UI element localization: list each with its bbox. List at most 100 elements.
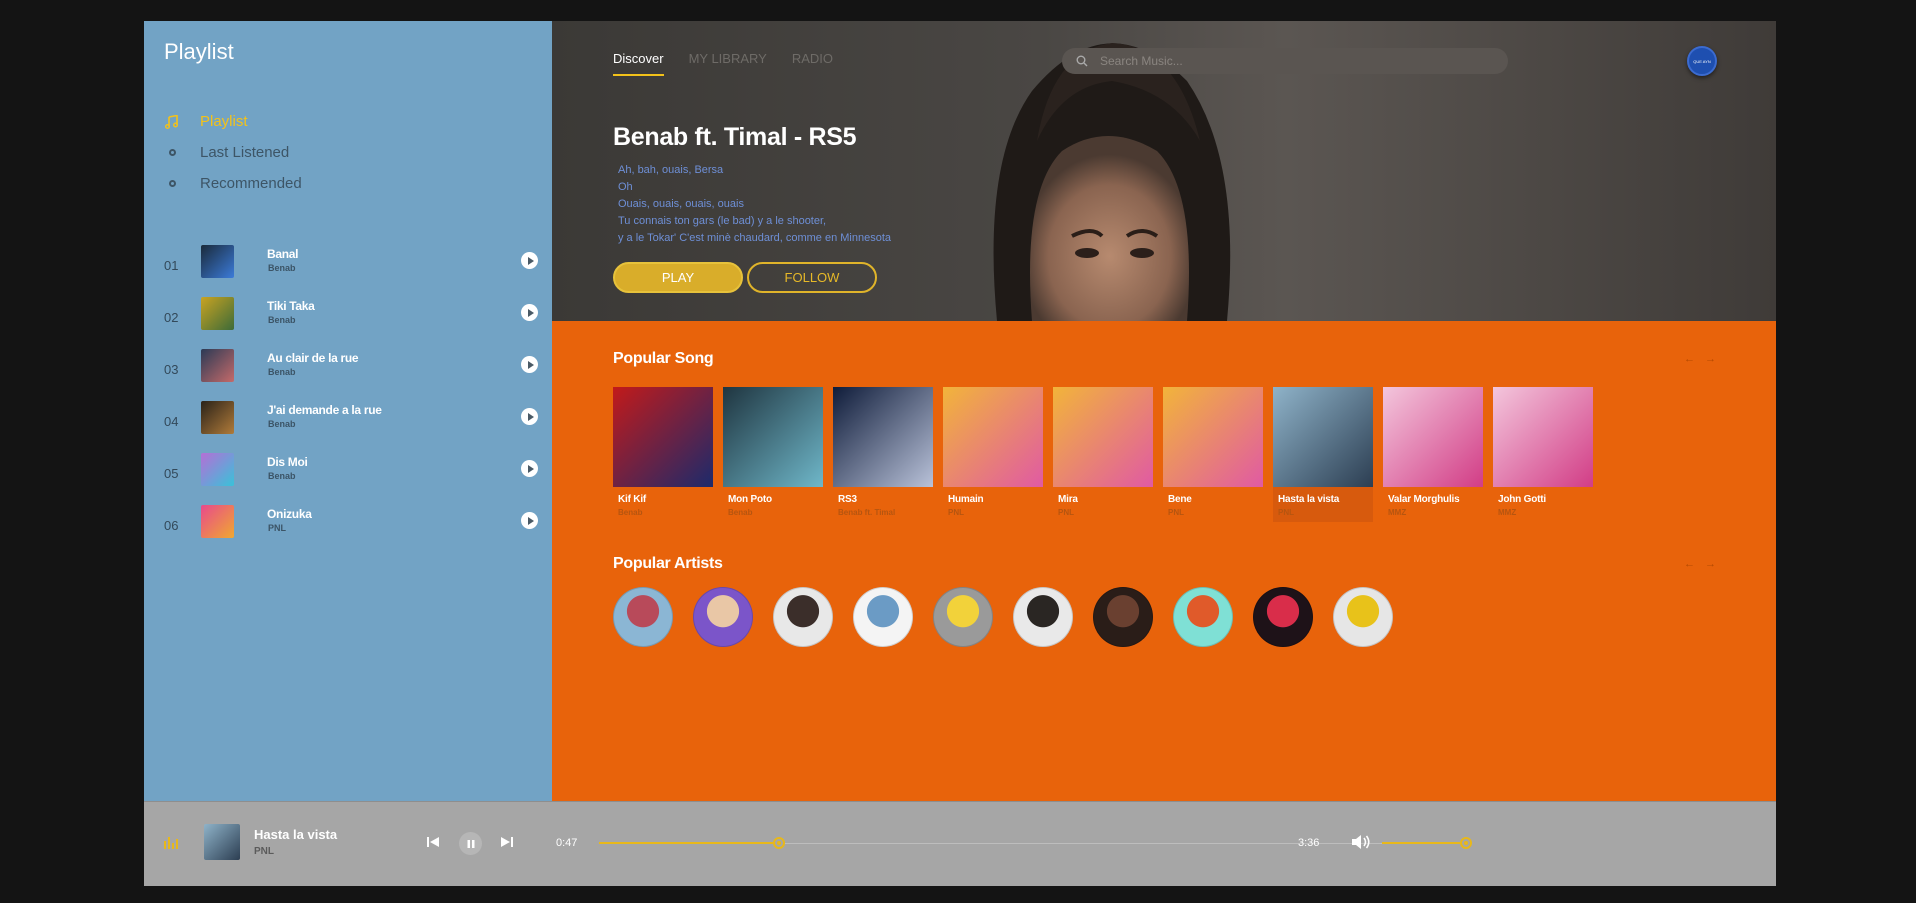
track-row[interactable]: 03 Au clair de la rue Benab — [164, 346, 542, 398]
song-card[interactable]: Valar Morghulis MMZ — [1383, 387, 1483, 522]
nav-item-last-listened[interactable]: Last Listened — [164, 137, 302, 168]
song-name: Humain — [948, 494, 984, 505]
play-circle-icon[interactable] — [521, 408, 538, 425]
track-name: J'ai demande a la rue — [267, 403, 382, 417]
track-row[interactable]: 06 Onizuka PNL — [164, 502, 542, 554]
song-artist: PNL — [948, 508, 964, 517]
artist-avatar[interactable] — [693, 587, 753, 647]
song-card[interactable]: Mon Poto Benab — [723, 387, 823, 522]
track-row[interactable]: 05 Dis Moi Benab — [164, 450, 542, 502]
song-card[interactable]: Humain PNL — [943, 387, 1043, 522]
circle-bullet-icon — [164, 176, 180, 192]
song-artist: PNL — [1168, 508, 1184, 517]
track-cover — [201, 349, 234, 382]
song-cover — [723, 387, 823, 487]
track-row[interactable]: 02 Tiki Taka Benab — [164, 294, 542, 346]
lyric-line: y a le Tokar' C'est minè chaudard, comme… — [618, 232, 892, 244]
song-cover — [1493, 387, 1593, 487]
track-row[interactable]: 01 Banal Benab — [164, 242, 542, 294]
song-card[interactable]: Mira PNL — [1053, 387, 1153, 522]
artist-avatar[interactable] — [1013, 587, 1073, 647]
artist-avatar[interactable] — [933, 587, 993, 647]
track-name: Au clair de la rue — [267, 351, 359, 365]
now-playing-cover — [204, 824, 240, 860]
song-name: John Gotti — [1498, 494, 1546, 505]
search-input[interactable] — [1100, 54, 1480, 68]
follow-button[interactable]: FOLLOW — [747, 262, 877, 293]
song-name: Mon Poto — [728, 494, 772, 505]
tab-radio[interactable]: RADIO — [792, 51, 833, 76]
artist-avatar[interactable] — [853, 587, 913, 647]
song-card[interactable]: Bene PNL — [1163, 387, 1263, 522]
track-artist: Benab — [268, 315, 296, 325]
popular-artists-list — [613, 587, 1413, 647]
play-circle-icon[interactable] — [521, 304, 538, 321]
song-artist: PNL — [1058, 508, 1074, 517]
track-cover — [201, 401, 234, 434]
track-artist: PNL — [268, 523, 286, 533]
artist-avatar[interactable] — [1253, 587, 1313, 647]
hero-banner: Discover MY LIBRARY RADIO QUE AYN Benab … — [552, 21, 1776, 321]
track-cover — [201, 453, 234, 486]
music-note-icon — [164, 114, 180, 130]
artist-avatar[interactable] — [773, 587, 833, 647]
nav-label: Playlist — [200, 113, 248, 130]
track-row[interactable]: 04 J'ai demande a la rue Benab — [164, 398, 542, 450]
next-icon[interactable] — [500, 835, 514, 849]
tab-my-library[interactable]: MY LIBRARY — [689, 51, 767, 76]
song-cover — [1053, 387, 1153, 487]
song-name: RS3 — [838, 494, 857, 505]
song-card[interactable]: RS3 Benab ft. Timal — [833, 387, 933, 522]
artist-avatar[interactable] — [1173, 587, 1233, 647]
play-circle-icon[interactable] — [521, 356, 538, 373]
artist-avatar[interactable] — [1093, 587, 1153, 647]
artist-avatar[interactable] — [1333, 587, 1393, 647]
song-name: Mira — [1058, 494, 1078, 505]
tab-discover[interactable]: Discover — [613, 51, 664, 76]
play-circle-icon[interactable] — [521, 512, 538, 529]
song-name: Valar Morghulis — [1388, 494, 1460, 505]
now-playing-title: Hasta la vista — [254, 827, 338, 842]
previous-icon[interactable] — [426, 835, 440, 849]
popular-songs-list: Kif Kif Benab Mon Poto Benab RS3 Benab ft. Ti… — [613, 387, 1603, 522]
arrow-right-icon[interactable]: → — [1705, 353, 1716, 365]
song-card[interactable]: Hasta la vista PNL — [1273, 387, 1373, 522]
song-name: Hasta la vista — [1278, 494, 1340, 505]
popular-song-title: Popular Song — [613, 350, 714, 367]
arrow-left-icon[interactable]: ← — [1684, 558, 1695, 570]
track-cover — [201, 505, 234, 538]
song-cover — [1163, 387, 1263, 487]
play-circle-icon[interactable] — [521, 252, 538, 269]
track-name: Dis Moi — [267, 455, 308, 469]
song-name: Kif Kif — [618, 494, 647, 505]
arrow-right-icon[interactable]: → — [1705, 558, 1716, 570]
nav-label: Last Listened — [200, 144, 290, 161]
track-name: Tiki Taka — [267, 299, 315, 313]
song-card[interactable]: John Gotti MMZ — [1493, 387, 1593, 522]
user-avatar[interactable]: QUE AYN — [1687, 46, 1717, 76]
song-artist: Benab — [728, 508, 753, 517]
play-button[interactable]: PLAY — [613, 262, 743, 293]
volume-handle[interactable] — [1460, 837, 1472, 849]
song-cover — [613, 387, 713, 487]
arrow-left-icon[interactable]: ← — [1684, 353, 1695, 365]
play-circle-icon[interactable] — [521, 460, 538, 477]
track-artist: Benab — [268, 263, 296, 273]
volume-icon[interactable] — [1350, 833, 1372, 851]
track-number: 04 — [164, 414, 179, 429]
track-number: 03 — [164, 362, 179, 377]
pause-icon — [467, 839, 474, 848]
song-artist: Benab — [618, 508, 643, 517]
pause-button[interactable] — [459, 832, 482, 855]
artist-avatar[interactable] — [613, 587, 673, 647]
nav-label: Recommended — [200, 175, 302, 192]
progress-handle[interactable] — [773, 837, 785, 849]
song-artist: Benab ft. Timal — [838, 508, 896, 517]
search-bar — [1062, 48, 1508, 74]
lyric-line: Ah, bah, ouais, Bersa — [618, 164, 724, 176]
song-card[interactable]: Kif Kif Benab — [613, 387, 713, 522]
nav-item-playlist[interactable]: Playlist — [164, 106, 302, 137]
progress-fill — [599, 842, 779, 844]
nav-item-recommended[interactable]: Recommended — [164, 168, 302, 199]
total-time: 3:36 — [1298, 837, 1320, 849]
